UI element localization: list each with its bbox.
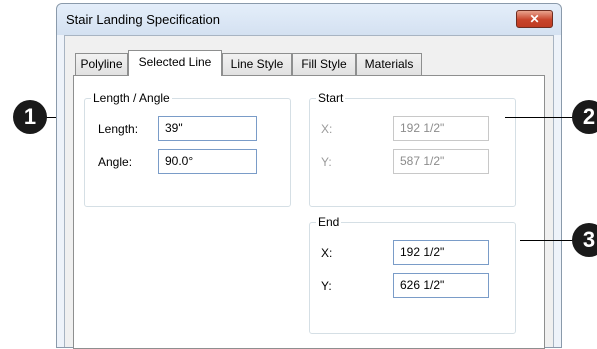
end-x-label: X: [321,246,333,260]
tab-polyline-label: Polyline [80,57,123,71]
callout-2-badge: 2 [572,100,597,134]
dialog-client: Polyline Selected Line Line Style Fill S… [64,35,554,349]
start-legend: Start [316,91,346,105]
start-x-label: X: [321,122,333,136]
tab-line-style[interactable]: Line Style [222,53,292,75]
length-angle-group: Length / Angle Length: 39" Angle: 90.0° [84,91,291,207]
length-angle-legend: Length / Angle [91,91,172,105]
callout-3-badge: 3 [572,223,597,257]
tab-materials[interactable]: Materials [356,53,422,75]
angle-label: Angle: [98,155,133,169]
angle-field[interactable]: 90.0° [158,149,257,174]
end-y-field[interactable]: 626 1/2" [393,273,489,298]
tab-fill-style[interactable]: Fill Style [292,53,356,75]
window-title: Stair Landing Specification [66,12,220,27]
tab-selected-line-label: Selected Line [138,55,212,69]
stair-landing-dialog: Stair Landing Specification ✕ Polyline S… [56,3,562,349]
selected-line-panel: Length / Angle Length: 39" Angle: 90.0° … [73,75,545,349]
start-y-field[interactable]: 587 1/2" [393,149,489,174]
start-x-field[interactable]: 192 1/2" [393,116,489,141]
end-legend: End [316,215,342,229]
callout-1-badge: 1 [13,100,47,134]
close-button[interactable]: ✕ [516,10,553,28]
tab-fill-style-label: Fill Style [301,57,347,71]
end-x-field[interactable]: 192 1/2" [393,240,489,265]
callout-2-leader [505,117,575,118]
start-group: Start X: 192 1/2" Y: 587 1/2" [309,91,516,207]
tab-polyline[interactable]: Polyline [75,53,128,75]
callout-3-leader [520,240,575,241]
tab-selected-line[interactable]: Selected Line [128,50,222,76]
length-label: Length: [98,122,139,136]
end-y-label: Y: [321,279,332,293]
close-icon: ✕ [529,12,540,26]
tab-line-style-label: Line Style [230,57,284,71]
title-bar: Stair Landing Specification ✕ [57,4,561,35]
end-group: End X: 192 1/2" Y: 626 1/2" [309,215,516,334]
length-field[interactable]: 39" [158,116,257,141]
tab-materials-label: Materials [364,57,414,71]
start-y-label: Y: [321,155,332,169]
